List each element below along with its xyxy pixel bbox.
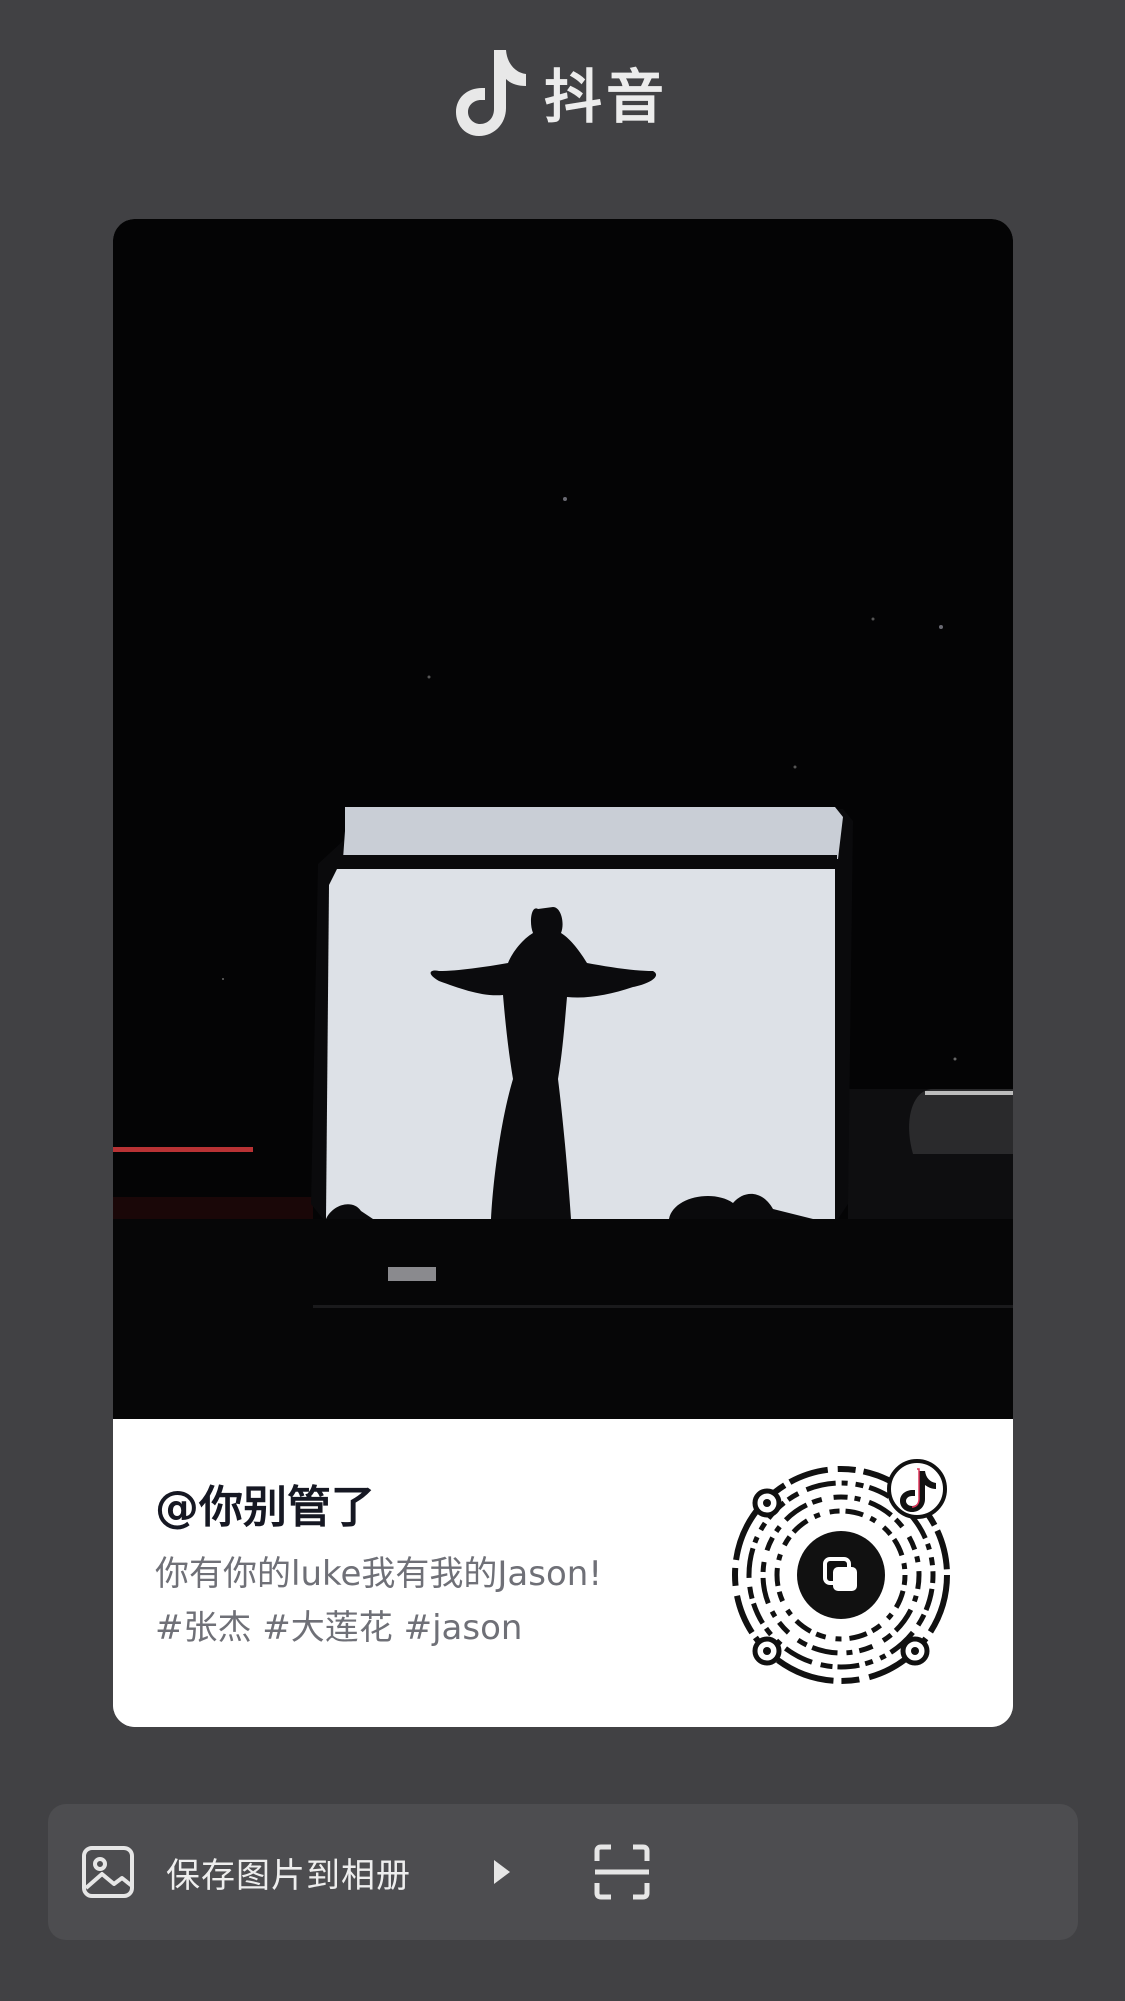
play-triangle-icon[interactable] [491, 1857, 513, 1887]
caption-hashtags: #张杰 #大莲花 #jason [155, 1608, 523, 1648]
post-caption: 你有你的luke我有我的Jason! #张杰 #大莲花 #jason [155, 1547, 695, 1655]
logo-text: 抖音 [544, 63, 669, 131]
tiktok-note-icon [456, 50, 526, 136]
caption-line: 你有你的luke我有我的Jason! [155, 1554, 602, 1594]
author-handle[interactable]: @你别管了 [155, 1471, 375, 1535]
share-card: @你别管了 你有你的luke我有我的Jason! #张杰 #大莲花 #jason [113, 219, 1013, 1727]
douyin-logo: 抖音 [454, 44, 674, 140]
bottom-action-bar: 保存图片到相册 [48, 1804, 1078, 1940]
image-icon[interactable] [80, 1844, 136, 1900]
tiktok-note-icon [887, 1459, 947, 1519]
post-photo [113, 219, 1013, 1419]
qr-code [732, 1459, 950, 1684]
save-to-album-button[interactable]: 保存图片到相册 [166, 1848, 411, 1897]
scan-icon[interactable] [593, 1843, 651, 1901]
post-info: @你别管了 你有你的luke我有我的Jason! #张杰 #大莲花 #jason [113, 1419, 1013, 1727]
